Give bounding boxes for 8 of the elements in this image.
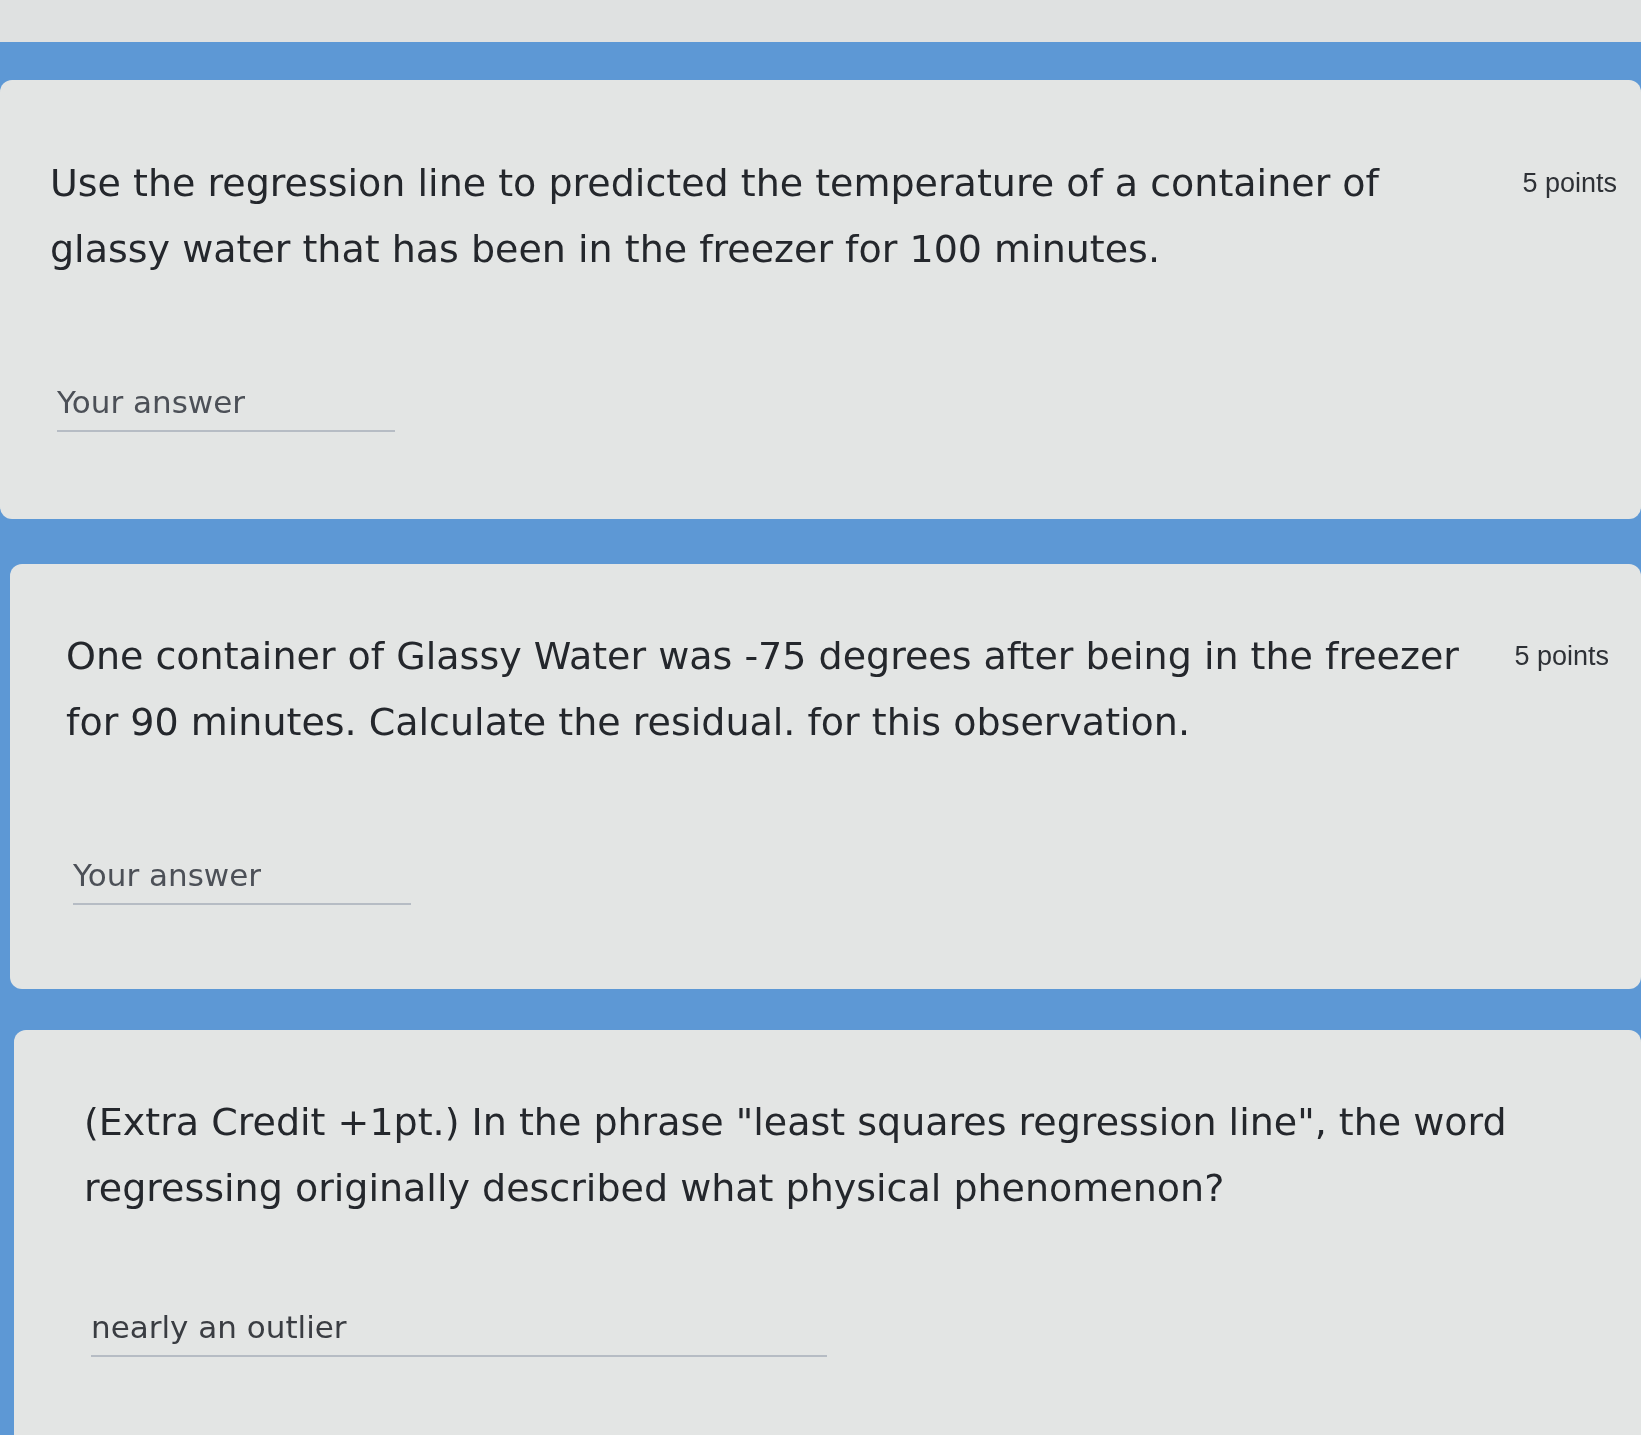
question-text: One container of Glassy Water was -75 degrees after being in the freezer for 90 minutes. Calculate the residual. for this observation. bbox=[66, 633, 1460, 746]
answer-field[interactable]: nearly an outlier bbox=[91, 1299, 827, 1357]
question-text: Use the regression line to predicted the temperature of a container of glassy water that has been in the freezer for 100 minutes. bbox=[50, 160, 1381, 273]
answer-field[interactable]: Your answer bbox=[73, 847, 411, 905]
answer-field[interactable]: Your answer bbox=[57, 374, 395, 432]
points-label: 5 points bbox=[1521, 167, 1617, 200]
question-text: (Extra Credit +1pt.) In the phrase "least squares regression line", the word regressing originally described what physical phenomenon? bbox=[84, 1099, 1508, 1212]
points-label: 5 points bbox=[1513, 640, 1609, 673]
